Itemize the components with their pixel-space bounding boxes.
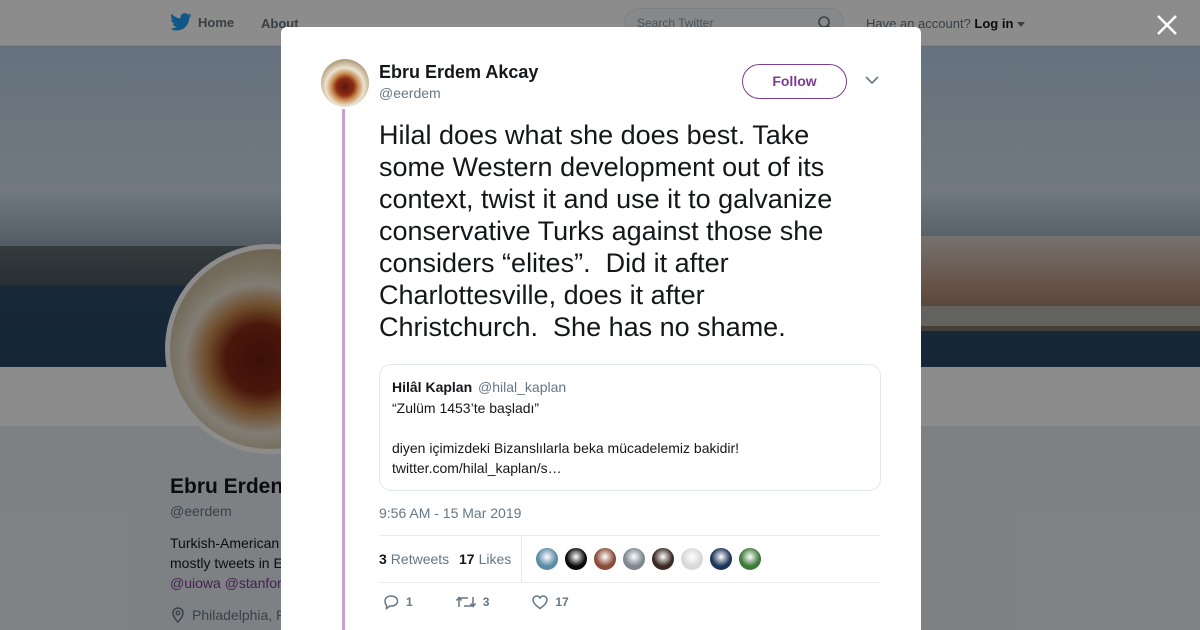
reply-icon: [384, 595, 399, 610]
liker-avatar[interactable]: [738, 547, 762, 571]
liker-avatar[interactable]: [622, 547, 646, 571]
tweet-stats: 3 Retweets 17 Likes: [379, 535, 881, 583]
retweet-count: 3: [482, 595, 490, 609]
retweet-button[interactable]: 3: [455, 594, 490, 610]
liker-avatar[interactable]: [651, 547, 675, 571]
author-avatar[interactable]: [321, 59, 369, 107]
quoted-tweet-text: “Zulüm 1453’te başladı”: [392, 400, 540, 416]
author-name[interactable]: Ebru Erdem Akcay: [379, 62, 538, 83]
liker-avatar[interactable]: [709, 547, 733, 571]
like-button[interactable]: 17: [531, 594, 569, 610]
tweet-timestamp[interactable]: 9:56 AM - 15 Mar 2019: [379, 505, 521, 521]
follow-button[interactable]: Follow: [742, 64, 847, 99]
tweet-text-line: Hilal does what she does best. Take: [379, 120, 810, 150]
quoted-tweet-header: Hilâl Kaplan @hilal_kaplan: [392, 379, 566, 395]
heart-icon: [532, 595, 549, 610]
tweet-modal: Ebru Erdem Akcay @eerdem Follow Hilal do…: [281, 27, 921, 630]
tweet-text-line: Charlottesville, does it after: [379, 280, 705, 310]
like-count: 17: [555, 595, 569, 609]
reply-button[interactable]: 1: [382, 594, 413, 610]
quoted-tweet[interactable]: Hilâl Kaplan @hilal_kaplan “Zulüm 1453’t…: [379, 364, 881, 491]
quoted-author-handle: @hilal_kaplan: [478, 379, 567, 395]
retweets-label: Retweets: [390, 551, 450, 567]
thread-line: [342, 109, 345, 630]
liker-avatar[interactable]: [535, 547, 559, 571]
quoted-tweet-link[interactable]: twitter.com/hilal_kaplan/s…: [392, 460, 562, 476]
tweet-actions: 1 3 17: [382, 594, 569, 610]
stats-divider: [521, 536, 522, 582]
quoted-tweet-text: diyen içimizdeki Bizanslılarla beka müca…: [392, 440, 740, 456]
retweets-count: 3: [379, 551, 387, 567]
liker-avatar[interactable]: [564, 547, 588, 571]
close-icon[interactable]: [1154, 12, 1180, 38]
retweets-stat[interactable]: 3 Retweets: [379, 551, 449, 567]
reply-count: 1: [406, 595, 413, 609]
tweet-text-line: some Western development out of its: [379, 152, 825, 182]
liker-avatar[interactable]: [680, 547, 704, 571]
retweet-icon: [455, 596, 476, 608]
liker-avatars: [535, 547, 767, 571]
liker-avatar[interactable]: [593, 547, 617, 571]
tweet-text-line: considers “elites”. Did it after: [379, 248, 729, 278]
tweet-text-line: Christchurch. She has no shame.: [379, 312, 786, 342]
likes-stat[interactable]: 17 Likes: [459, 551, 511, 567]
likes-label: Likes: [478, 551, 512, 567]
author-handle[interactable]: @eerdem: [379, 85, 441, 101]
quoted-author-name: Hilâl Kaplan: [392, 379, 473, 395]
tweet-text: Hilal does what she does best. Take some…: [379, 119, 869, 343]
tweet-text-line: context, twist it and use it to galvaniz…: [379, 184, 833, 214]
likes-count: 17: [459, 551, 475, 567]
chevron-down-icon[interactable]: [865, 75, 879, 85]
tweet-text-line: conservative Turks against those she: [379, 216, 824, 246]
